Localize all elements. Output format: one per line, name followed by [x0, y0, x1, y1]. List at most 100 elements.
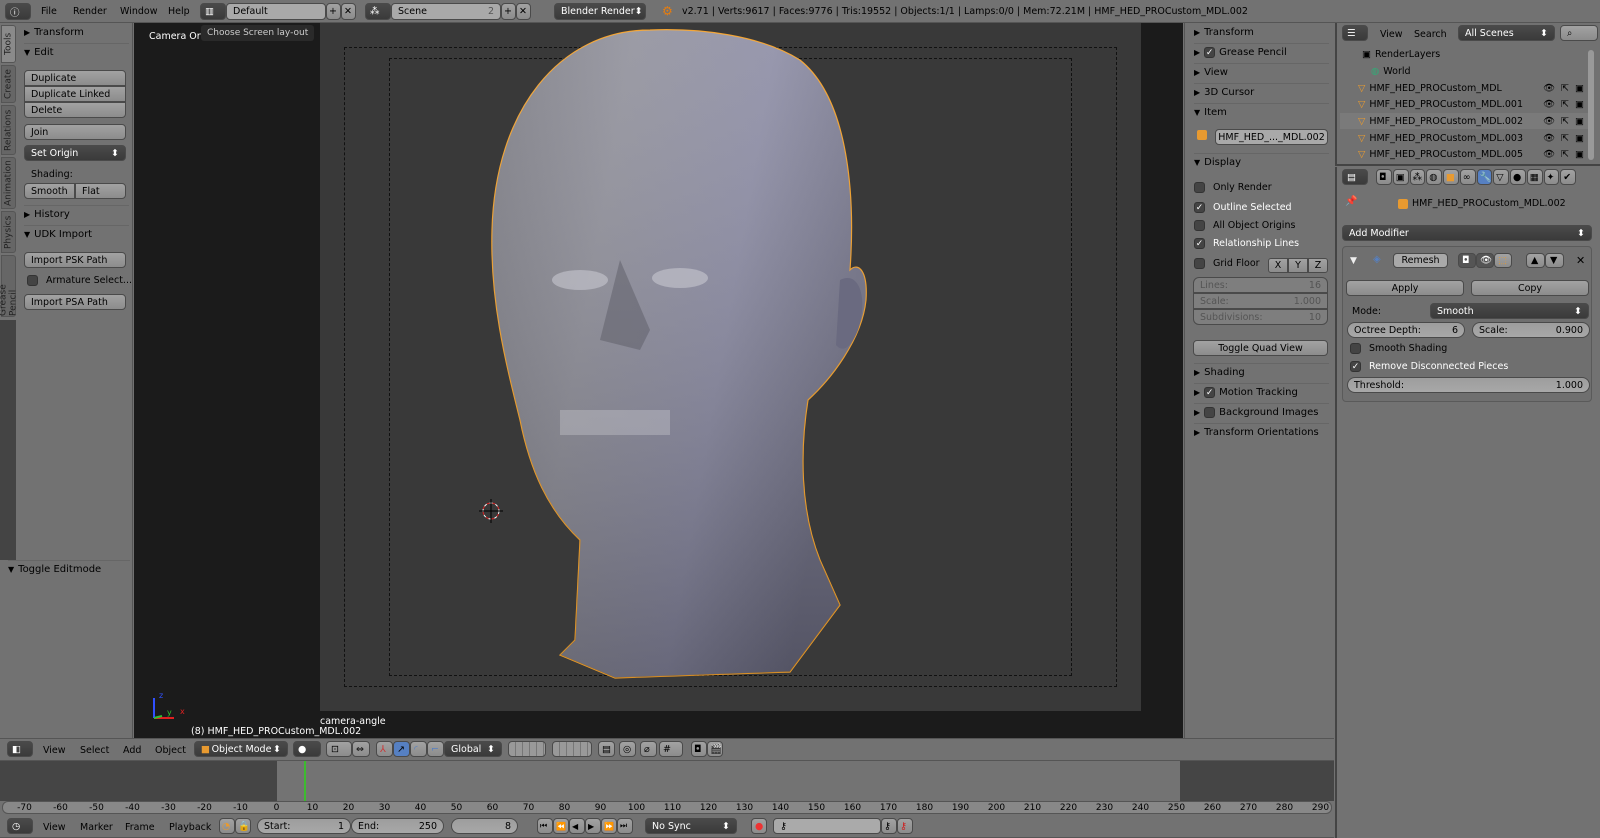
outliner-item-mdl-001[interactable]: ▽ HMF_HED_PROCustom_MDL.001 👁⇱▣	[1340, 96, 1590, 112]
timeline-menu-marker[interactable]: Marker	[80, 822, 113, 833]
jump-keyframe-forward-icon[interactable]: ⏩	[601, 818, 617, 834]
outline-selected-checkbox[interactable]: ✓ Outline Selected	[1194, 202, 1292, 213]
modifiers-tab-icon[interactable]: 🔧	[1476, 169, 1493, 185]
editmode-toggle-icon[interactable]: ⬚	[1494, 253, 1512, 268]
properties-editor-type-button[interactable]: ▤	[1342, 169, 1368, 185]
item-name-field[interactable]: HMF_HED_..._MDL.002	[1215, 129, 1328, 145]
scene-icon-button[interactable]: ⁂	[365, 3, 391, 20]
rotate-manipulator-toggle[interactable]: ◜	[410, 741, 427, 757]
npanel-view[interactable]: ▶ View	[1194, 63, 1329, 81]
import-psk-button[interactable]: Import PSK Path	[24, 252, 126, 268]
view3d-menu-select[interactable]: Select	[80, 745, 109, 756]
render-layers-tab-icon[interactable]: ▣	[1392, 169, 1409, 185]
outliner-item-mdl-003[interactable]: ▽ HMF_HED_PROCustom_MDL.003 👁⇱▣	[1340, 130, 1590, 146]
axis-z-toggle[interactable]: Z	[1308, 258, 1328, 273]
outliner-item-mdl-002[interactable]: ▽ HMF_HED_PROCustom_MDL.002 👁⇱▣	[1340, 113, 1590, 129]
npanel-3d-cursor[interactable]: ▶ 3D Cursor	[1194, 83, 1329, 101]
move-up-icon[interactable]: ▲	[1526, 253, 1545, 268]
jump-end-icon[interactable]: ⏭	[617, 818, 633, 834]
auto-keying-toggle[interactable]: ●	[751, 818, 767, 834]
checkbox-box[interactable]: ✓	[1350, 361, 1361, 372]
visibility-icons[interactable]: 👁⇱▣	[1543, 99, 1590, 110]
insert-keyframe-icon[interactable]: ⚷	[881, 818, 897, 834]
play-reverse-icon[interactable]: ◀	[569, 818, 585, 834]
checkbox-box[interactable]	[1194, 220, 1205, 231]
pivot-point-select[interactable]: ⊡	[326, 741, 352, 757]
timeline-track[interactable]	[0, 761, 1334, 801]
render-toggle-icon[interactable]: ◘	[1458, 253, 1476, 268]
play-icon[interactable]: ▶	[585, 818, 601, 834]
grid-scale-field[interactable]: Scale: 1.000	[1193, 293, 1328, 309]
render-engine-select[interactable]: Blender Render ⬍	[554, 3, 646, 20]
panel-history-header[interactable]: ▶ History	[24, 205, 129, 223]
timeline-editor-type-button[interactable]: ◷	[7, 818, 33, 834]
transform-orientation-select[interactable]: Global ⬍	[444, 741, 502, 757]
timeline-menu-playback[interactable]: Playback	[169, 822, 211, 833]
head-mesh[interactable]	[134, 23, 1183, 738]
viewport-toggle-icon[interactable]: 👁	[1476, 253, 1494, 268]
scale-field[interactable]: Scale: 0.900	[1472, 322, 1590, 338]
screen-layout-field[interactable]: Default	[226, 3, 326, 20]
layers-grid-2[interactable]	[552, 741, 592, 757]
snap-element-select[interactable]: #	[659, 741, 683, 757]
grease-pencil-checkbox[interactable]: ✓	[1204, 47, 1216, 58]
move-down-icon[interactable]: ▼	[1545, 253, 1564, 268]
grid-lines-field[interactable]: Lines: 16	[1193, 277, 1328, 293]
data-tab-icon[interactable]: ▽	[1493, 169, 1509, 185]
interaction-mode-select[interactable]: ■ Object Mode ⬍	[194, 741, 288, 757]
scene-tab-icon[interactable]: ⁂	[1409, 169, 1426, 185]
npanel-transform-orientations[interactable]: ▶ Transform Orientations	[1194, 423, 1329, 441]
set-origin-select[interactable]: Set Origin ⬍	[24, 145, 126, 161]
texture-tab-icon[interactable]: ▦	[1526, 169, 1543, 185]
armature-select-checkbox[interactable]: Armature Select...	[27, 275, 132, 286]
menu-file[interactable]: File	[41, 6, 57, 17]
npanel-transform[interactable]: ▶ Transform	[1194, 23, 1329, 41]
outliner-search-field[interactable]: ⌕	[1560, 25, 1598, 41]
tab-create[interactable]: Create	[1, 65, 16, 103]
outliner-menu-view[interactable]: View	[1380, 29, 1403, 40]
grid-subdivisions-field[interactable]: Subdivisions: 10	[1193, 309, 1328, 325]
menu-help[interactable]: Help	[168, 6, 190, 17]
all-object-origins-checkbox[interactable]: All Object Origins	[1194, 220, 1295, 231]
manipulator-center-toggle[interactable]: ⇔	[352, 741, 370, 757]
delete-button[interactable]: Delete	[24, 102, 126, 118]
visibility-icons[interactable]: 👁⇱▣	[1543, 149, 1590, 160]
tab-animation[interactable]: Animation	[1, 157, 16, 209]
snap-toggle-icon[interactable]: ⌀	[640, 741, 657, 757]
npanel-item[interactable]: ▼ Item	[1194, 103, 1329, 121]
current-frame-line[interactable]	[304, 761, 307, 801]
jump-start-icon[interactable]: ⏮	[537, 818, 553, 834]
outliner-item-renderlayers[interactable]: ▣ RenderLayers	[1340, 46, 1590, 62]
current-frame-field[interactable]: 8	[451, 818, 518, 834]
view3d-menu-add[interactable]: Add	[123, 745, 141, 756]
add-scene-button[interactable]: +	[501, 3, 516, 20]
scene-field[interactable]: Scene 2	[391, 3, 501, 20]
remove-modifier-icon[interactable]: ✕	[1576, 254, 1585, 267]
outliner-scrollbar[interactable]	[1588, 50, 1594, 160]
checkbox-box[interactable]: ✓	[1194, 238, 1205, 249]
view3d-menu-object[interactable]: Object	[155, 745, 186, 756]
background-images-checkbox[interactable]	[1204, 407, 1216, 418]
shade-flat-button[interactable]: Flat	[75, 183, 126, 199]
outliner-item-mdl-005[interactable]: ▽ HMF_HED_PROCustom_MDL.005 👁⇱▣	[1340, 146, 1590, 162]
jump-keyframe-back-icon[interactable]: ⏪	[553, 818, 569, 834]
delete-keyframe-icon[interactable]: ⚷	[897, 818, 913, 834]
material-tab-icon[interactable]: ●	[1510, 169, 1526, 185]
properties-context-tabs[interactable]: ◘ ▣ ⁂ ◍ ■ ∞ 🔧 ▽ ● ▦ ✦ ✔	[1376, 169, 1576, 185]
delete-scene-button[interactable]: ✕	[516, 3, 531, 20]
checkbox-box[interactable]: ✓	[1194, 202, 1205, 213]
render-tab-icon[interactable]: ◘	[1376, 169, 1392, 185]
join-button[interactable]: Join	[24, 124, 126, 140]
scale-manipulator-toggle[interactable]: ⌐	[427, 741, 444, 757]
apply-button[interactable]: Apply	[1346, 280, 1464, 296]
motion-tracking-checkbox[interactable]: ✓	[1204, 387, 1216, 398]
sync-mode-select[interactable]: No Sync ⬍	[645, 818, 737, 834]
visibility-icons[interactable]: 👁⇱▣	[1543, 116, 1590, 127]
tab-grease-pencil[interactable]: Grease Pencil	[0, 255, 19, 317]
world-tab-icon[interactable]: ◍	[1426, 169, 1442, 185]
tab-tools[interactable]: Tools	[1, 25, 16, 63]
object-tab-icon[interactable]: ■	[1443, 169, 1459, 185]
add-screen-button[interactable]: +	[326, 3, 341, 20]
tab-relations[interactable]: Relations	[1, 105, 16, 155]
shade-smooth-button[interactable]: Smooth	[24, 183, 75, 199]
